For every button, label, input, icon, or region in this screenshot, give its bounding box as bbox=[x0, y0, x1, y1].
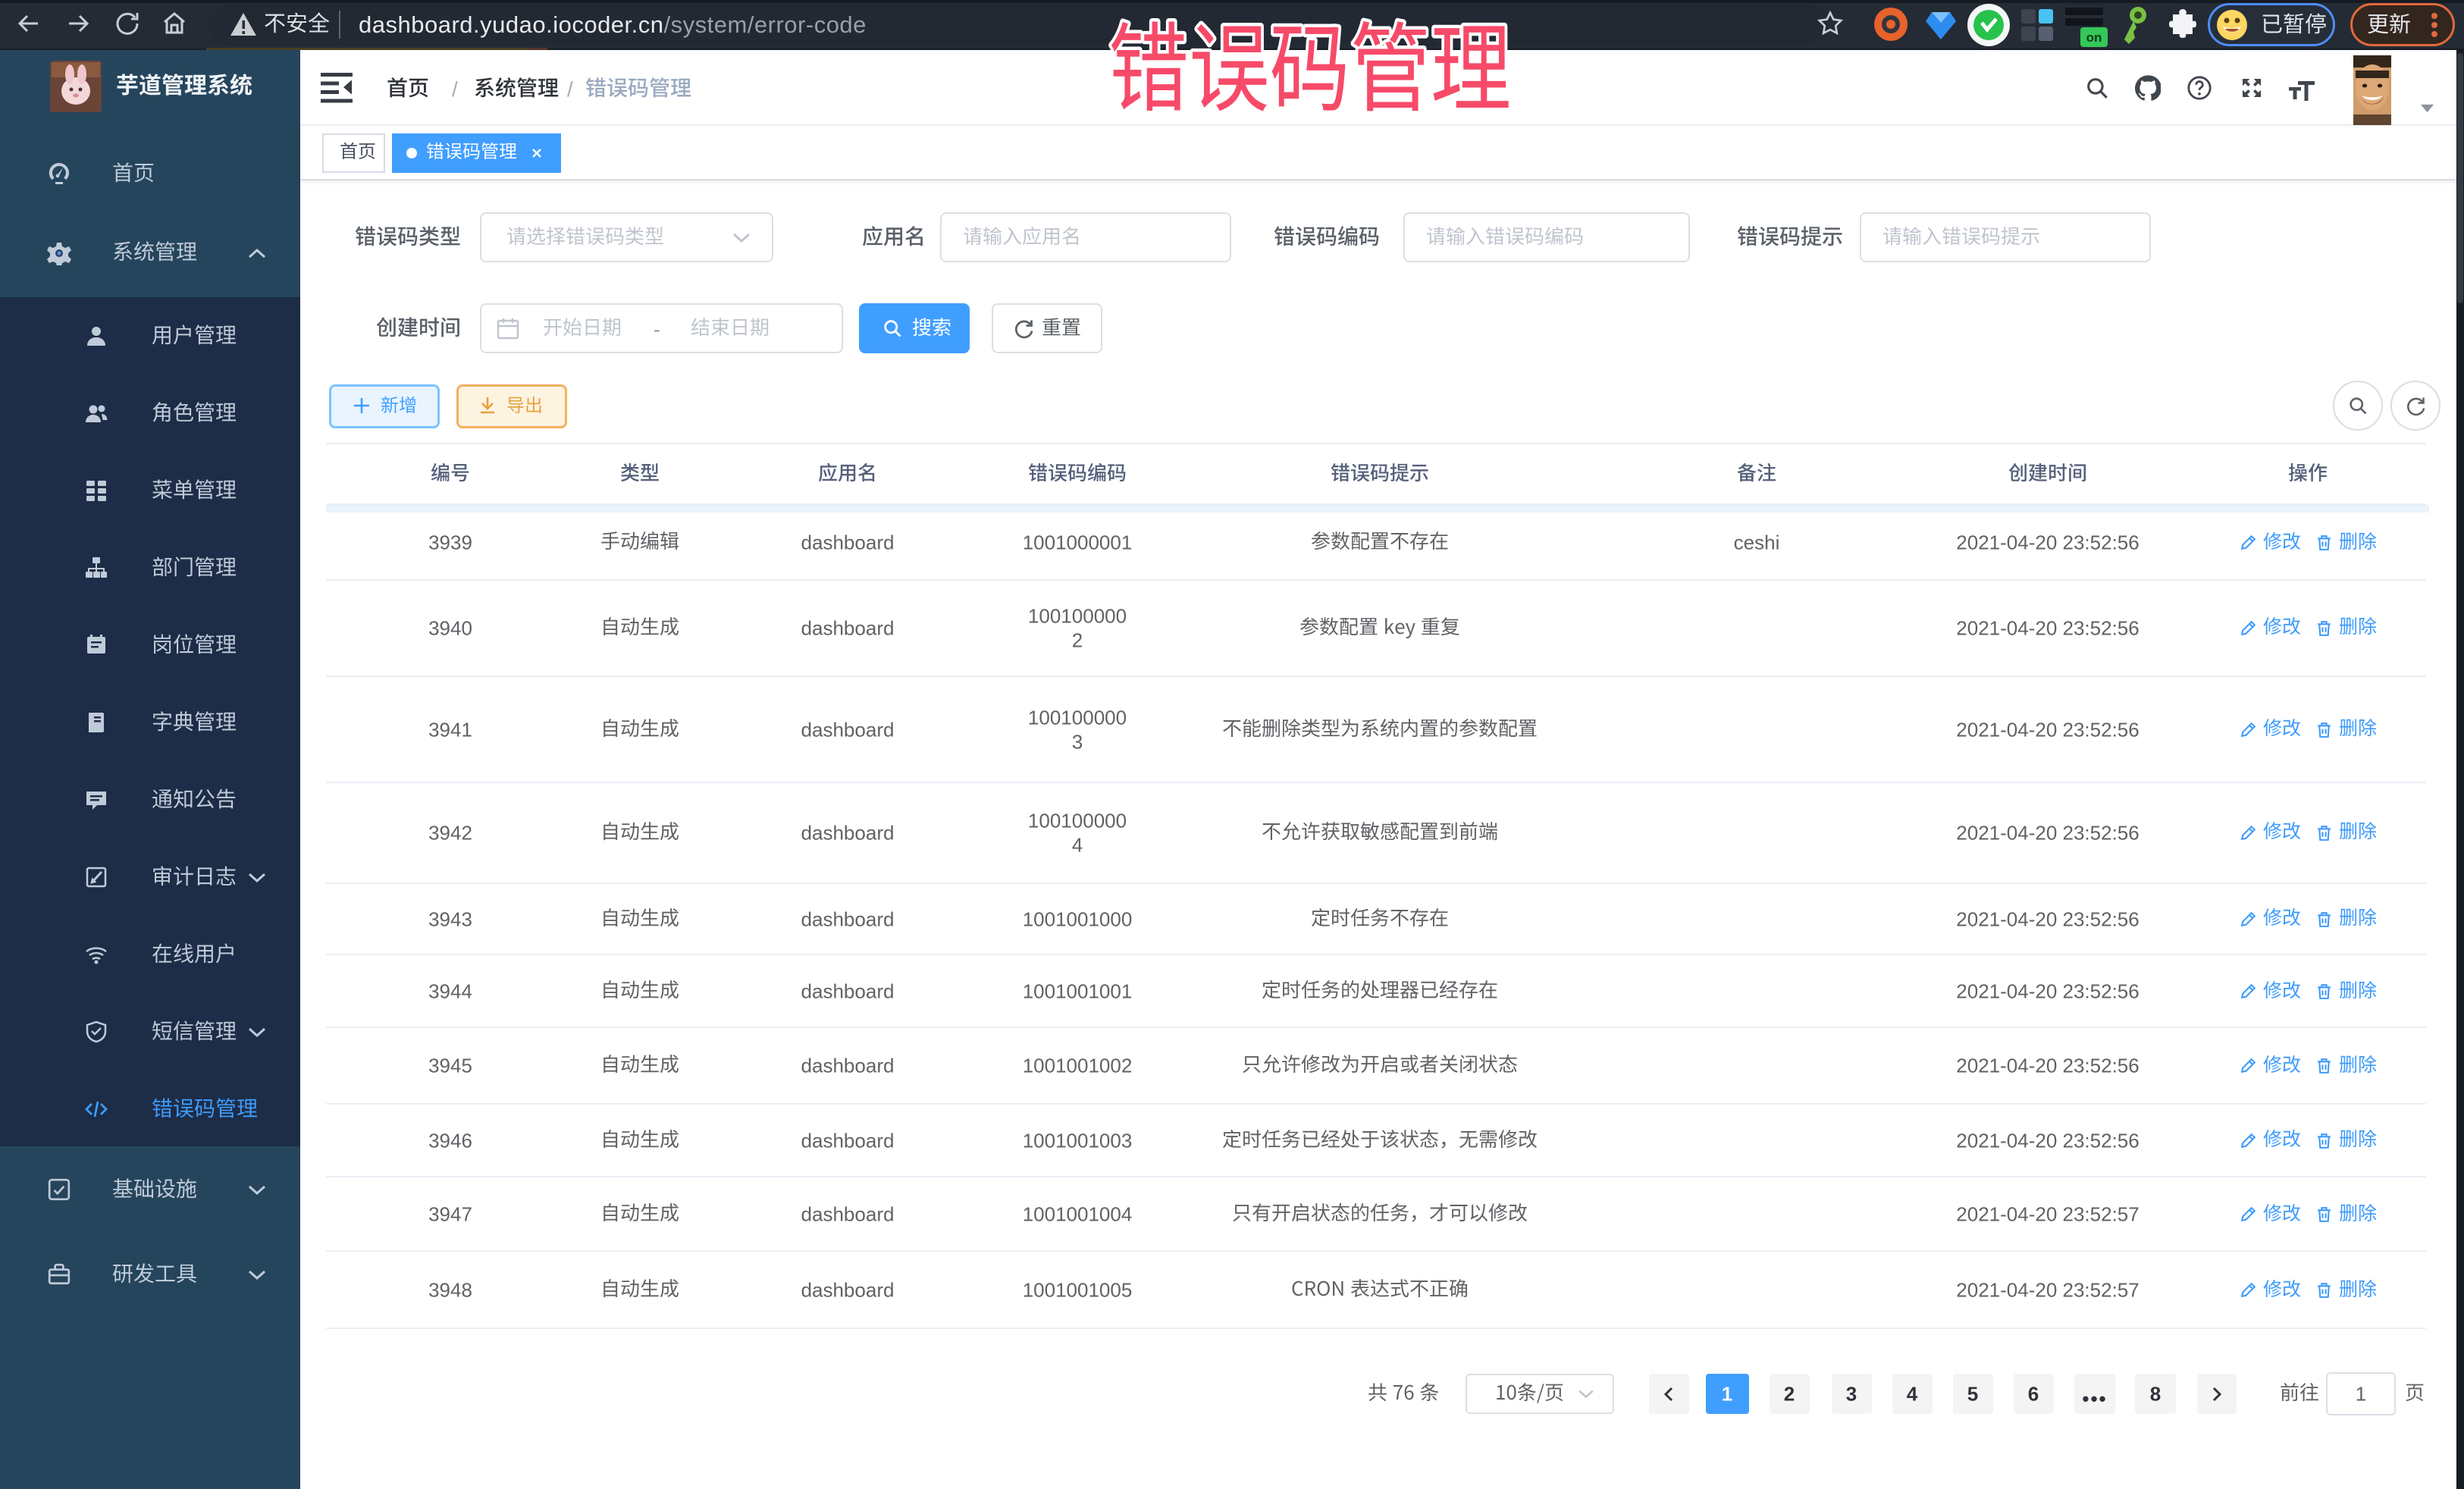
svg-text:on: on bbox=[2086, 30, 2102, 45]
